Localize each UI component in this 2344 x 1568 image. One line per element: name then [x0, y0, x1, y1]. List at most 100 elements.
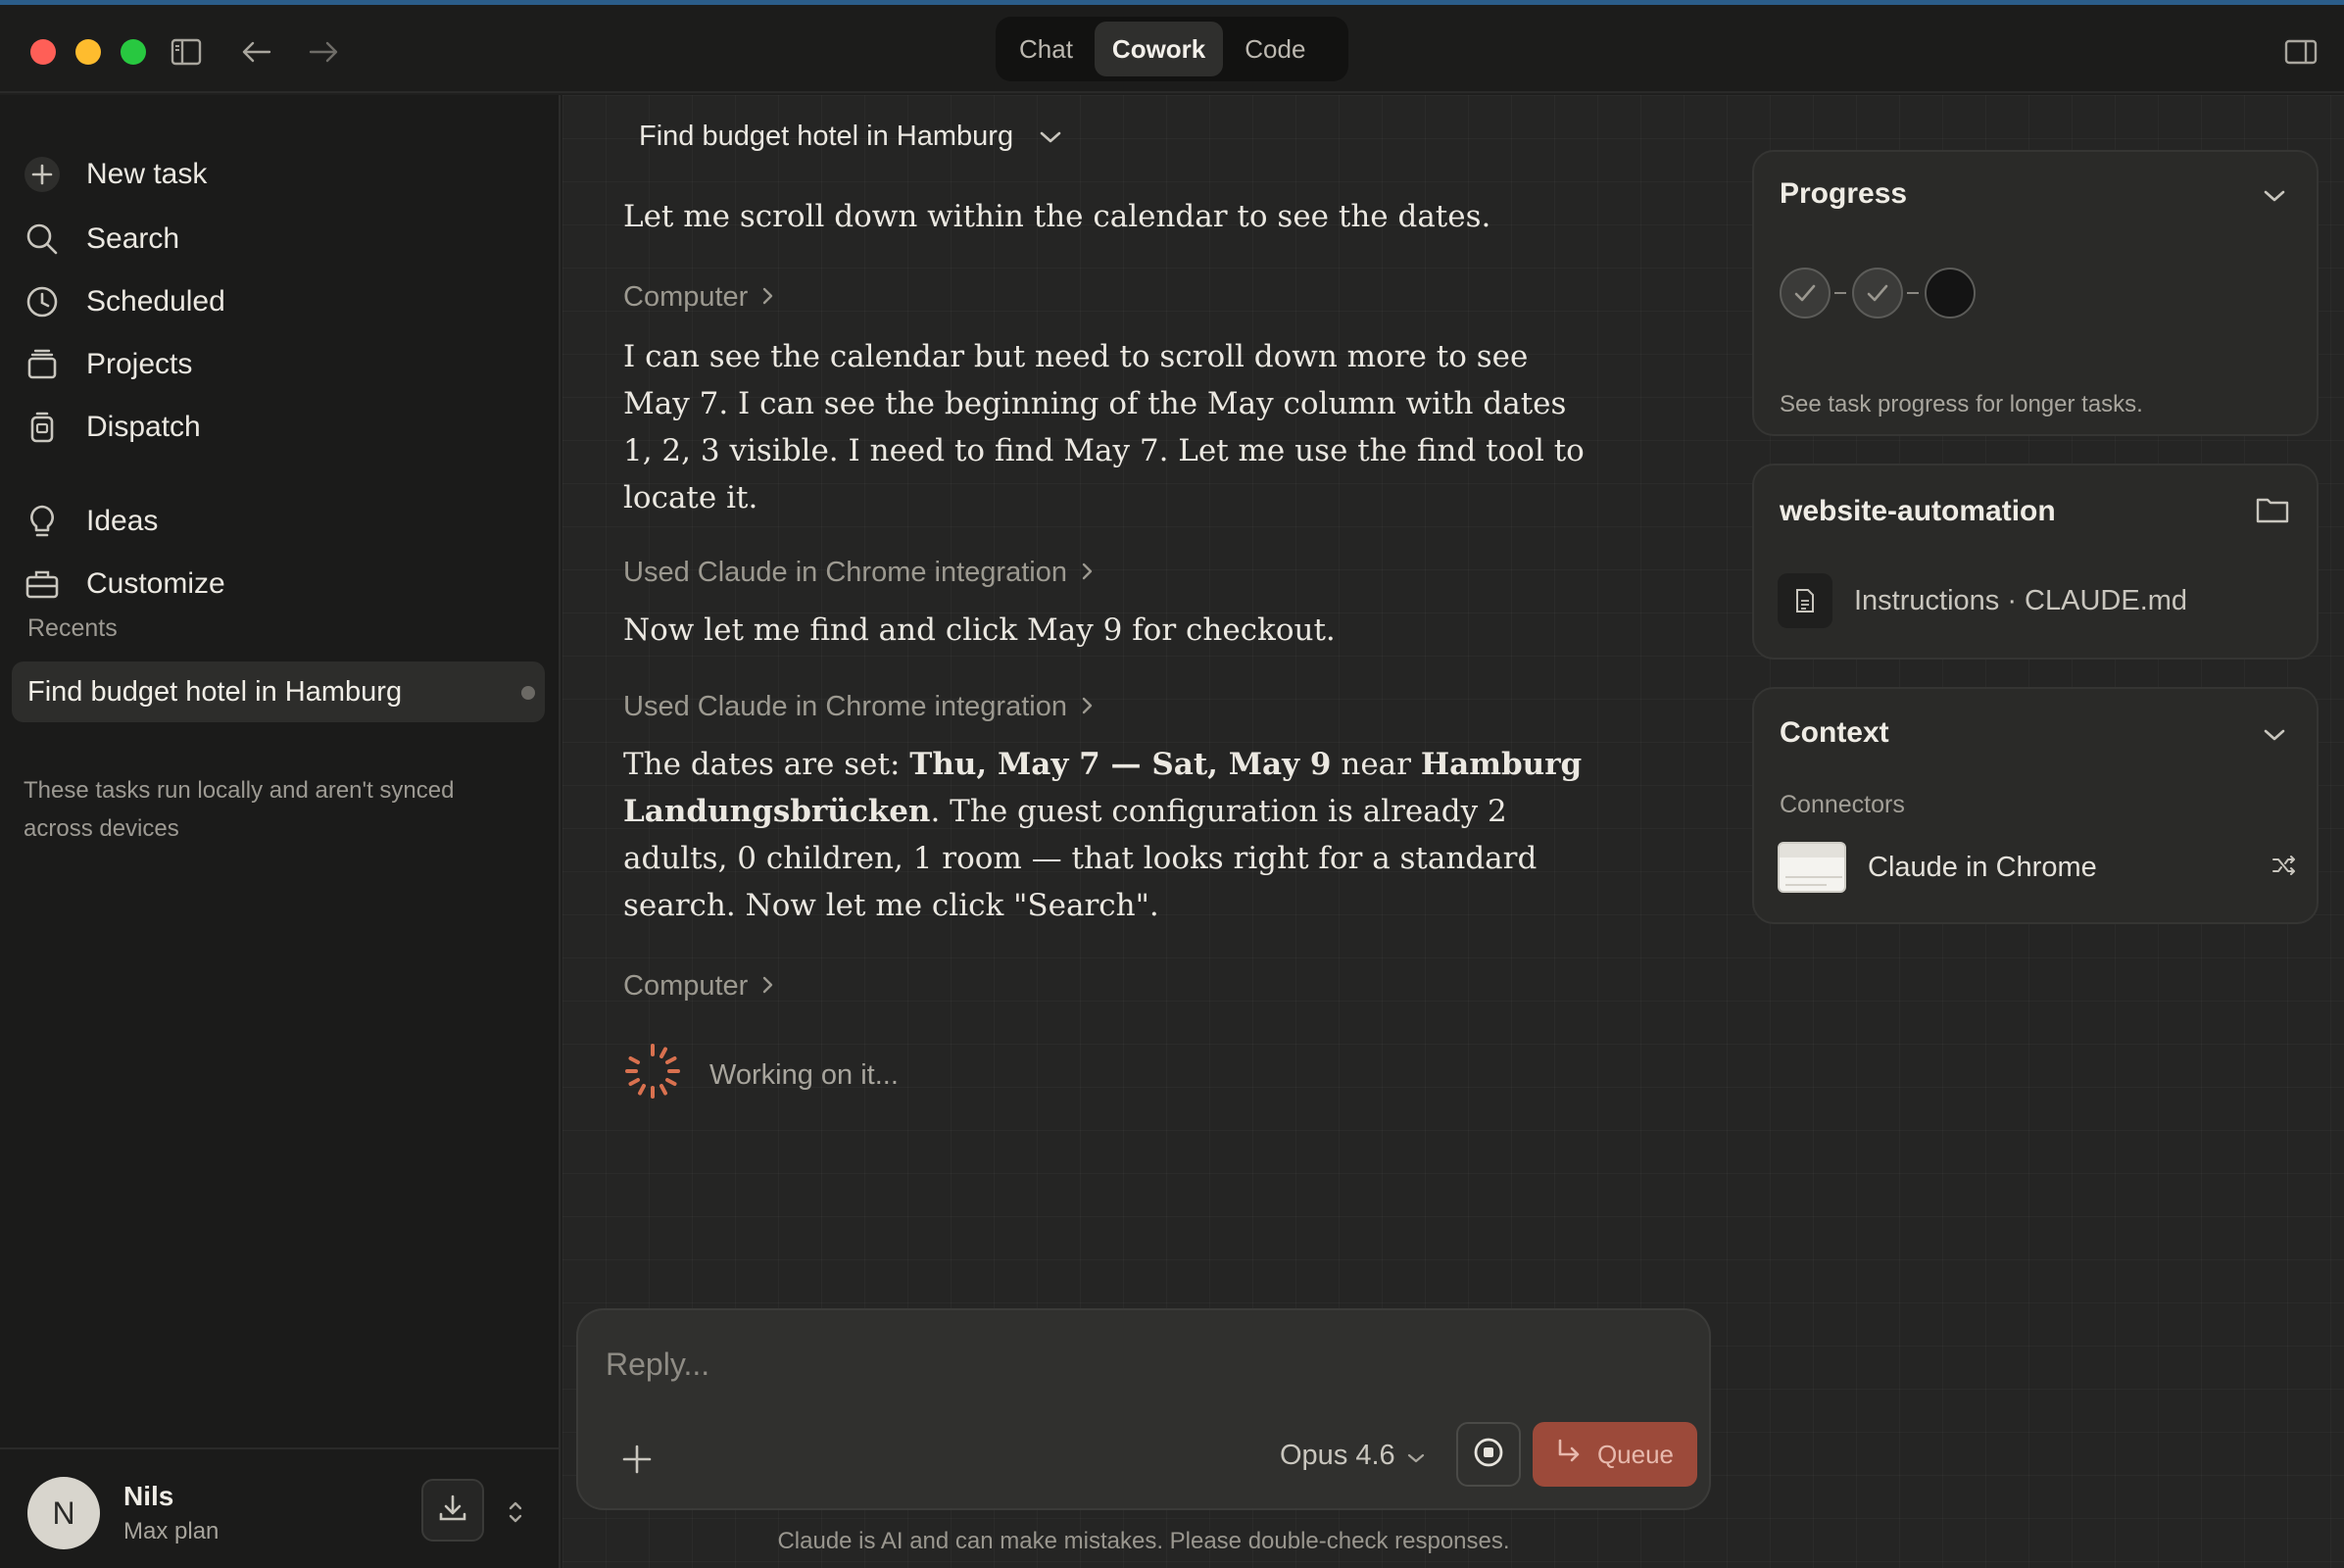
- progress-step-done: [1780, 268, 1831, 318]
- task-title-dropdown[interactable]: Find budget hotel in Hamburg: [639, 121, 1062, 153]
- progress-connector: [1907, 292, 1919, 294]
- connector-thumbnail: [1778, 842, 1846, 893]
- recents-heading: Recents: [27, 614, 118, 642]
- sidebar-item-label: Scheduled: [86, 285, 225, 318]
- lightbulb-icon: [22, 501, 63, 542]
- connector-claude-in-chrome[interactable]: Claude in Chrome: [1778, 842, 2297, 893]
- tool-call-chrome[interactable]: Used Claude in Chrome integration: [623, 691, 1603, 723]
- plus-icon: [22, 154, 63, 195]
- folder-panel: website-automation Instructions · CLAUDE…: [1752, 464, 2319, 660]
- ai-disclaimer: Claude is AI and can make mistakes. Plea…: [777, 1528, 1510, 1554]
- back-arrow-icon[interactable]: [235, 30, 278, 74]
- user-account-area[interactable]: N Nils Max plan: [0, 1447, 559, 1568]
- tool-call-chrome[interactable]: Used Claude in Chrome integration: [623, 557, 1603, 589]
- chevron-down-icon: [1407, 1440, 1425, 1472]
- projects-icon: [22, 344, 63, 385]
- folder-icon[interactable]: [2256, 495, 2289, 524]
- sidebar-item-label: New task: [86, 158, 208, 190]
- right-panel-toggle-icon[interactable]: [2279, 30, 2322, 74]
- message-dates: Thu, May 7 — Sat, May 9: [909, 747, 1332, 782]
- tool-call-computer[interactable]: Computer: [623, 970, 1603, 1003]
- attach-plus-icon[interactable]: [613, 1436, 660, 1483]
- toolbox-icon: [22, 564, 63, 605]
- sidebar-item-dispatch[interactable]: Dispatch: [22, 401, 201, 454]
- collapse-chevron-icon[interactable]: [2260, 720, 2289, 750]
- chevron-down-icon: [1039, 121, 1062, 153]
- close-window-button[interactable]: [30, 39, 56, 65]
- chat-transcript: Let me scroll down within the calendar t…: [623, 193, 1603, 1108]
- minimize-window-button[interactable]: [75, 39, 101, 65]
- check-icon: [1794, 284, 1816, 302]
- running-indicator: [521, 686, 535, 700]
- sidebar-item-label: Projects: [86, 348, 193, 380]
- sidebar-item-scheduled[interactable]: Scheduled: [22, 275, 225, 328]
- dispatch-icon: [22, 407, 63, 448]
- sidebar-item-new-task[interactable]: New task: [22, 148, 207, 201]
- tab-cowork[interactable]: Cowork: [1094, 22, 1224, 76]
- chevron-right-icon: [1081, 557, 1095, 589]
- avatar[interactable]: N: [27, 1477, 100, 1549]
- sidebar-item-label: Dispatch: [86, 411, 201, 443]
- zoom-window-button[interactable]: [121, 39, 146, 65]
- sidebar-item-label: Search: [86, 222, 180, 255]
- stop-button[interactable]: [1456, 1422, 1521, 1487]
- sidebar-item-label: Ideas: [86, 505, 159, 537]
- forward-arrow-icon[interactable]: [302, 30, 345, 74]
- progress-connector: [1834, 292, 1846, 294]
- recent-task-label: Find budget hotel in Hamburg: [27, 675, 403, 708]
- download-button[interactable]: [421, 1479, 484, 1542]
- model-selector[interactable]: Opus 4.6: [1280, 1440, 1425, 1472]
- local-tasks-note: These tasks run locally and aren't synce…: [24, 777, 455, 842]
- chevron-right-icon: [761, 281, 775, 314]
- chevron-right-icon: [761, 970, 775, 1003]
- search-icon: [22, 219, 63, 260]
- tab-chat[interactable]: Chat: [1001, 22, 1091, 76]
- model-name: Opus 4.6: [1280, 1440, 1395, 1471]
- working-status: Working on it...: [623, 1042, 1603, 1108]
- sidebar-toggle-icon[interactable]: [165, 30, 208, 74]
- sidebar-item-ideas[interactable]: Ideas: [22, 495, 158, 548]
- queue-arrow-icon: [1556, 1439, 1582, 1471]
- progress-step-done: [1852, 268, 1903, 318]
- assistant-message: Let me scroll down within the calendar t…: [623, 199, 1491, 234]
- tool-call-computer[interactable]: Computer: [623, 281, 1603, 314]
- account-menu-chevrons-icon[interactable]: [500, 1493, 531, 1532]
- queue-button[interactable]: Queue: [1533, 1422, 1697, 1487]
- stop-icon: [1473, 1437, 1504, 1473]
- tool-call-label: Computer: [623, 970, 749, 1002]
- progress-step-current: [1925, 268, 1976, 318]
- sidebar-item-projects[interactable]: Projects: [22, 338, 192, 391]
- connectors-heading: Connectors: [1780, 791, 1905, 818]
- message-text: near: [1331, 747, 1421, 782]
- context-title: Context: [1780, 716, 1889, 749]
- reply-composer: Opus 4.6 Queue: [576, 1308, 1711, 1510]
- tab-code[interactable]: Code: [1227, 22, 1323, 76]
- task-title: Find budget hotel in Hamburg: [639, 121, 1014, 152]
- document-icon: [1778, 573, 1832, 628]
- tool-call-label: Computer: [623, 281, 749, 313]
- shuffle-icon[interactable]: [2271, 852, 2297, 884]
- spinner-icon: [623, 1042, 682, 1108]
- reply-input[interactable]: [606, 1340, 1488, 1389]
- queue-label: Queue: [1596, 1439, 1675, 1469]
- check-icon: [1867, 284, 1888, 302]
- recent-task-item[interactable]: Find budget hotel in Hamburg: [12, 662, 545, 722]
- progress-panel: Progress See task progress for longer ta…: [1752, 150, 2319, 436]
- sidebar-item-search[interactable]: Search: [22, 213, 179, 266]
- sidebar-item-customize[interactable]: Customize: [22, 558, 225, 611]
- tool-call-label: Used Claude in Chrome integration: [623, 557, 1067, 588]
- assistant-message: I can see the calendar but need to scrol…: [623, 339, 1585, 515]
- title-bar: Chat Cowork Code: [0, 5, 2344, 93]
- sidebar: New task Search Scheduled Projects Dispa…: [0, 95, 561, 1568]
- mode-switcher: Chat Cowork Code: [996, 17, 1348, 81]
- context-panel: Context Connectors Claude in Chrome: [1752, 687, 2319, 924]
- collapse-chevron-icon[interactable]: [2260, 181, 2289, 211]
- folder-title: website-automation: [1780, 495, 2056, 527]
- instructions-file-row[interactable]: Instructions · CLAUDE.md: [1778, 573, 2187, 628]
- sidebar-item-label: Customize: [86, 567, 225, 600]
- user-plan: Max plan: [123, 1518, 220, 1544]
- progress-note: See task progress for longer tasks.: [1780, 391, 2143, 417]
- main-pane: Find budget hotel in Hamburg Let me scro…: [562, 95, 2344, 1568]
- tool-call-label: Used Claude in Chrome integration: [623, 691, 1067, 722]
- progress-title: Progress: [1780, 177, 1908, 210]
